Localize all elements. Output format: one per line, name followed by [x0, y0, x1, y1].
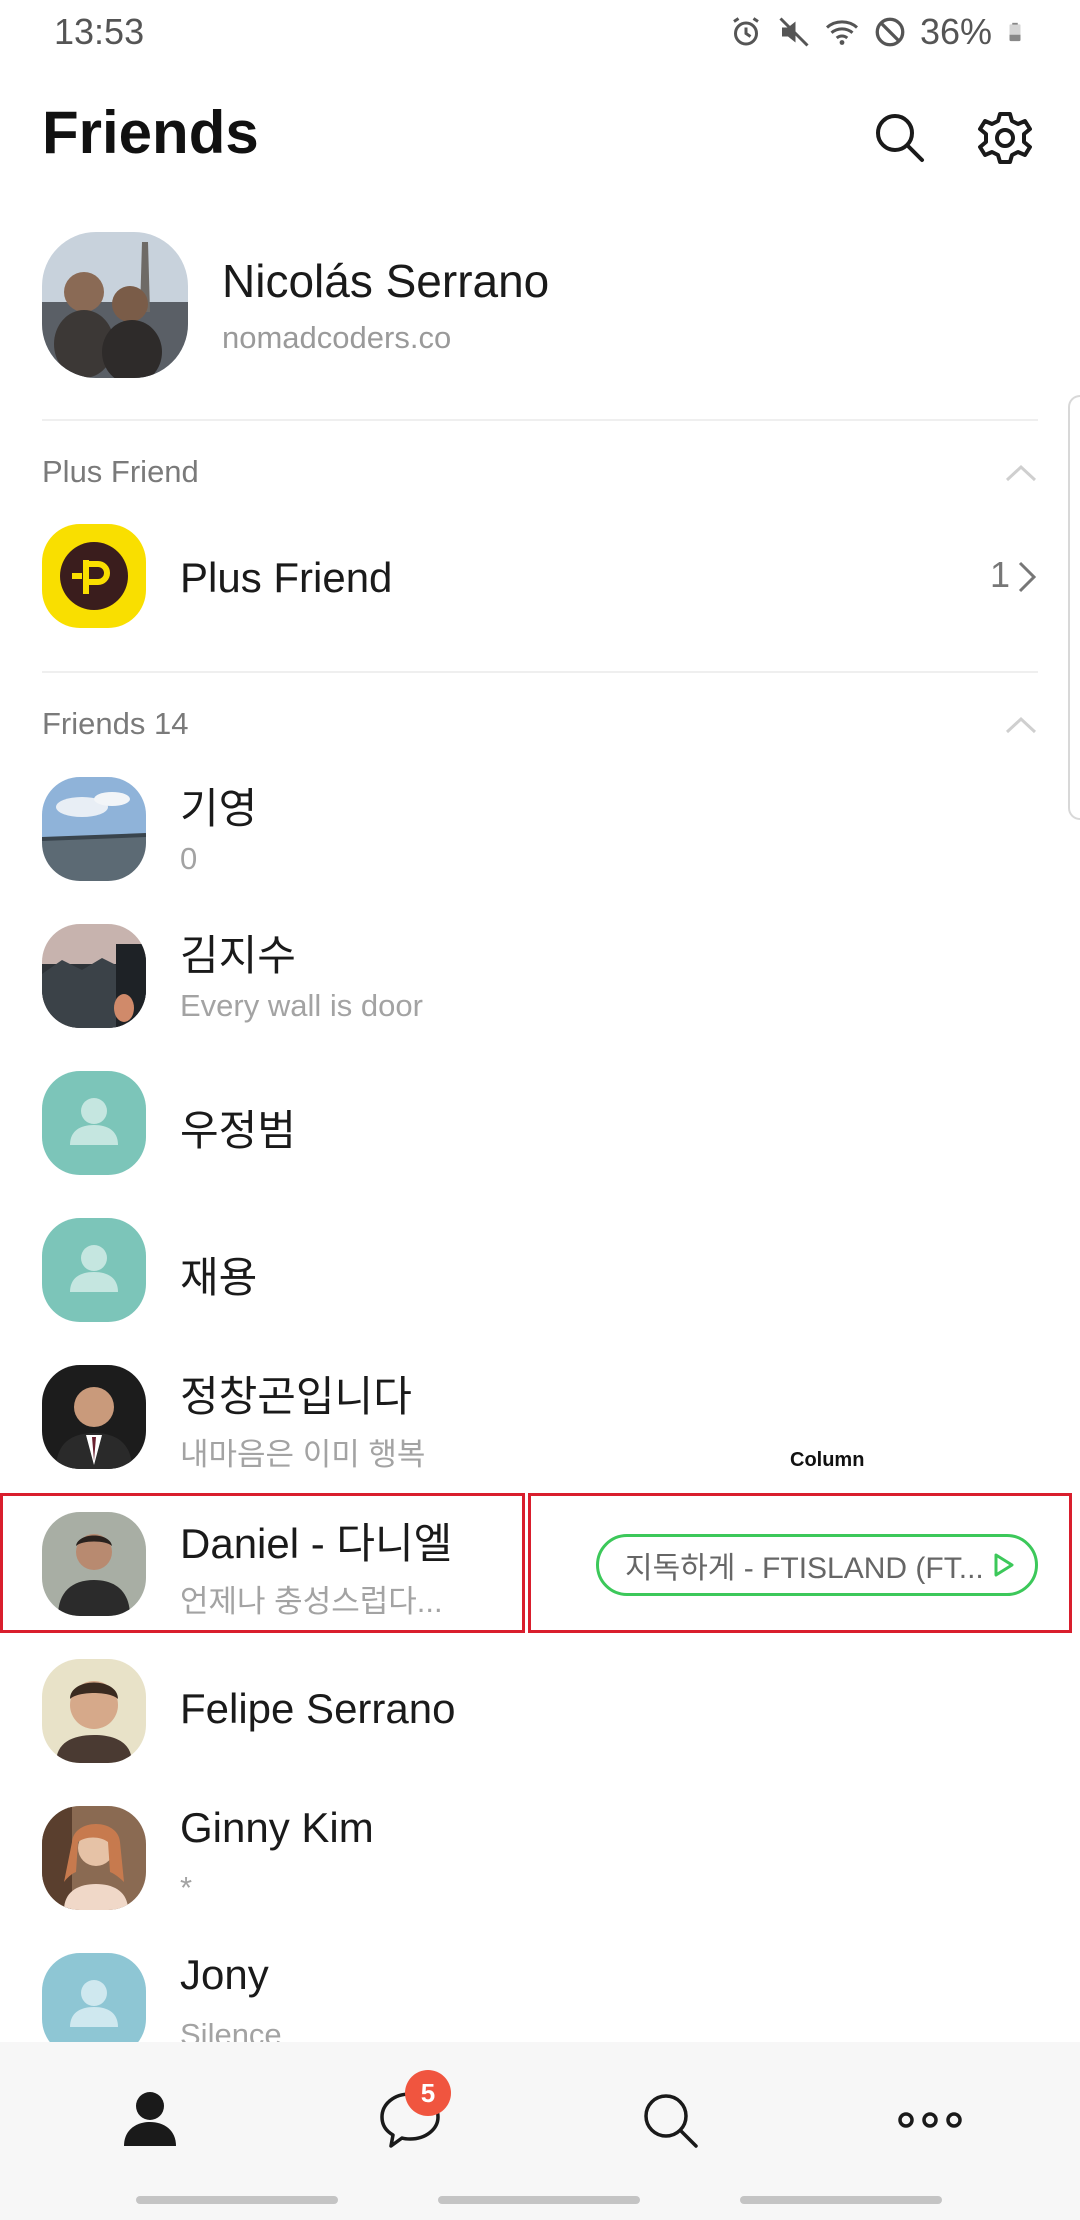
friend-avatar — [42, 1806, 146, 1910]
friend-row[interactable]: Ginny Kim * — [0, 1804, 1080, 1952]
alarm-icon — [733, 17, 759, 46]
status-bar: 13:53 36% — [0, 0, 1080, 64]
divider — [42, 671, 1038, 673]
plus-friend-label: Plus Friend — [180, 554, 393, 601]
friend-status: 내마음은 이미 행복 — [180, 1437, 426, 1472]
friend-row[interactable]: Felipe Serrano — [0, 1659, 1080, 1805]
annotation-box — [0, 1493, 525, 1633]
system-nav-back[interactable] — [740, 2196, 942, 2204]
friend-row[interactable]: 우정범 — [0, 1071, 1080, 1217]
search-icon — [876, 114, 924, 162]
mute-icon — [779, 17, 809, 47]
profile-avatar — [42, 232, 188, 378]
tab-friends[interactable] — [110, 2080, 190, 2160]
friend-status: * — [180, 1870, 193, 1905]
friend-row[interactable]: 김지수 Every wall is door — [0, 924, 1080, 1070]
search-icon — [644, 2094, 698, 2148]
status-icons: 36% — [728, 11, 1026, 53]
friend-name: 기영 — [180, 785, 258, 832]
scroll-handle[interactable] — [1068, 395, 1080, 820]
friend-name: 정창곤입니다 — [180, 1373, 412, 1420]
collapse-chevron-icon[interactable] — [1004, 462, 1038, 484]
search-button[interactable] — [870, 108, 930, 168]
annotation-label: Column — [790, 1449, 865, 1471]
chat-unread-badge: 5 — [405, 2070, 451, 2116]
default-avatar-icon — [42, 1071, 146, 1175]
tab-more[interactable] — [890, 2080, 970, 2160]
bottom-tab-bar — [0, 2042, 1080, 2220]
friend-row[interactable]: 재용 — [0, 1218, 1080, 1364]
tab-search[interactable] — [630, 2080, 710, 2160]
chevron-right-icon — [1018, 561, 1037, 593]
friend-row[interactable]: 기영 0 — [0, 777, 1080, 923]
friend-status: 0 — [180, 841, 198, 876]
divider — [42, 419, 1038, 421]
friend-name: 재용 — [180, 1254, 258, 1301]
default-avatar-icon — [42, 1218, 146, 1322]
friend-name: 우정범 — [180, 1107, 296, 1154]
plus-friend-count: 1 — [989, 554, 1010, 595]
profile-name: Nicolás Serrano — [222, 255, 550, 307]
friend-row[interactable]: 정창곤입니다 내마음은 이미 행복 — [0, 1365, 1080, 1511]
friend-name: Ginny Kim — [180, 1804, 374, 1851]
collapse-chevron-icon[interactable] — [1004, 714, 1038, 736]
settings-button[interactable] — [975, 108, 1035, 168]
profile-status-message: nomadcoders.co — [222, 320, 452, 355]
section-label-plus-friend: Plus Friend — [42, 454, 199, 489]
battery-icon — [1009, 22, 1021, 42]
friend-avatar — [42, 924, 146, 1028]
friend-status: Every wall is door — [180, 988, 423, 1023]
status-time: 13:53 — [54, 11, 145, 52]
person-icon — [124, 2092, 176, 2146]
system-nav-recent[interactable] — [136, 2196, 338, 2204]
friend-name: Felipe Serrano — [180, 1685, 456, 1732]
page-title: Friends — [42, 99, 259, 166]
friend-avatar — [42, 1365, 146, 1469]
header: Friends — [0, 90, 1080, 180]
gear-icon — [978, 112, 1032, 164]
battery-percent: 36% — [919, 11, 992, 52]
dnd-icon — [875, 17, 905, 47]
plus-friend-logo-icon — [42, 524, 146, 628]
system-nav-home[interactable] — [438, 2196, 640, 2204]
section-label-friends: Friends 14 — [42, 706, 189, 741]
friend-name: 김지수 — [180, 932, 296, 979]
plus-friend-row[interactable]: Plus Friend 1 — [0, 524, 1080, 670]
more-icon — [898, 2112, 962, 2128]
annotation-box — [528, 1493, 1072, 1633]
friend-avatar — [42, 1659, 146, 1763]
wifi-icon — [825, 20, 858, 45]
my-profile[interactable]: Nicolás Serrano nomadcoders.co — [0, 228, 1080, 378]
friend-name: Jony — [180, 1951, 269, 1998]
friend-avatar — [42, 777, 146, 881]
